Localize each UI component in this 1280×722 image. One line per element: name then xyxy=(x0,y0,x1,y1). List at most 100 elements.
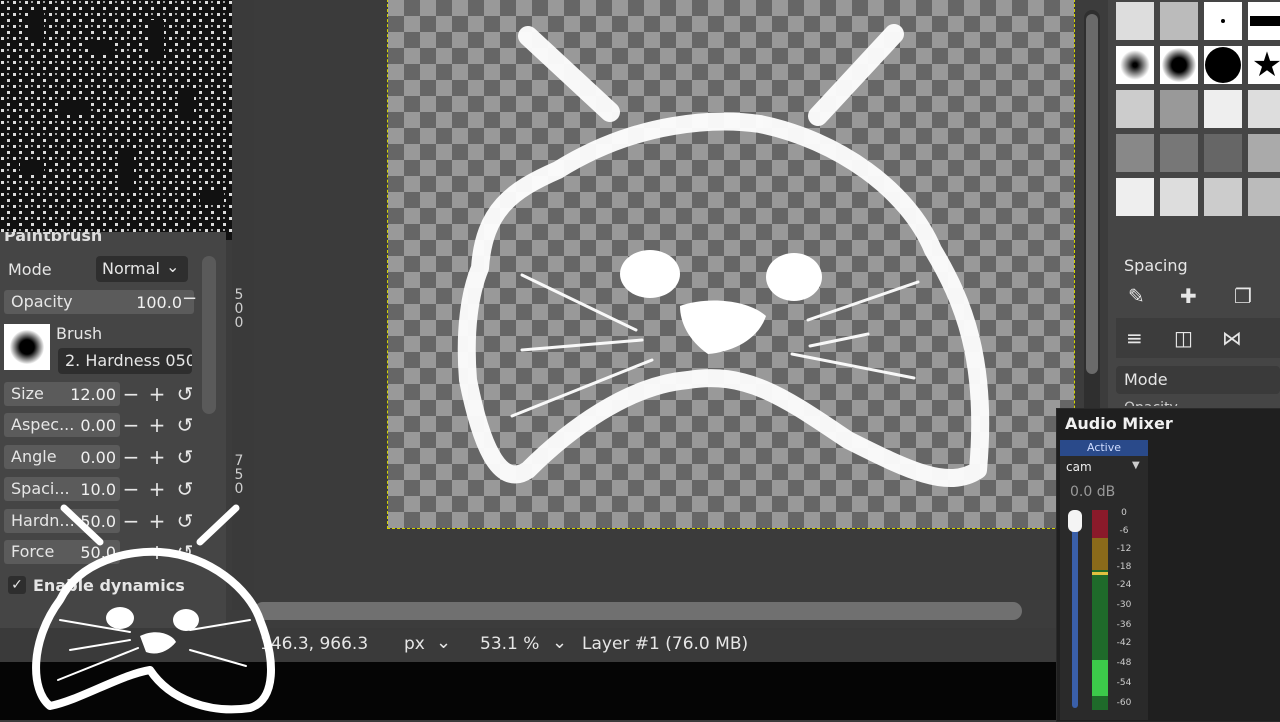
opacity-value: 100.0 xyxy=(136,293,182,312)
layer-mode-dropdown[interactable]: Mode xyxy=(1116,366,1280,394)
meter-scale-label: -6 xyxy=(1119,526,1129,536)
brush-name-field[interactable]: 2. Hardness 050 xyxy=(58,348,192,374)
chevron-down-icon: ⌄ xyxy=(552,632,568,653)
brush-thumbnail[interactable] xyxy=(1204,90,1242,128)
mode-label: Mode xyxy=(8,260,52,279)
meter-scale-label: -36 xyxy=(1116,620,1132,630)
webcam-overlay xyxy=(32,504,275,714)
brush-thumbnail[interactable] xyxy=(1116,90,1154,128)
layers-tab-icon[interactable]: ≡ xyxy=(1126,326,1143,350)
spacing-slider[interactable]: Spaci... 10.0 xyxy=(4,477,120,501)
unit-dropdown[interactable]: px ⌄ xyxy=(396,630,466,658)
duplicate-brush-icon[interactable]: ❐ xyxy=(1234,284,1252,308)
brush-thumbnail[interactable] xyxy=(1160,46,1198,84)
decrease-aspect-button[interactable]: − xyxy=(120,414,142,436)
image-canvas[interactable] xyxy=(387,0,1075,529)
new-brush-icon[interactable]: ✚ xyxy=(1180,284,1197,308)
opacity-label: Opacity xyxy=(11,292,73,311)
layer-opacity-label: Opacity xyxy=(1124,398,1178,406)
brush-preview[interactable] xyxy=(4,324,50,370)
brush-thumbnail[interactable] xyxy=(1160,90,1198,128)
paths-tab-icon[interactable]: ⋈ xyxy=(1222,326,1242,350)
increase-aspect-button[interactable]: + xyxy=(146,414,168,436)
canvas-vertical-scroll-thumb[interactable] xyxy=(1086,14,1098,374)
decrease-angle-button[interactable]: − xyxy=(120,446,142,468)
meter-scale-label: -30 xyxy=(1116,600,1132,610)
brush-thumbnail[interactable] xyxy=(1116,46,1154,84)
layer-info: Layer #1 (76.0 MB) xyxy=(582,634,749,654)
level-fill xyxy=(1092,660,1108,696)
increase-spacing-button[interactable]: + xyxy=(146,478,168,500)
ruler-mark: 5 xyxy=(234,287,244,303)
angle-slider[interactable]: Angle 0.00 xyxy=(4,445,120,469)
brush-thumbnail[interactable] xyxy=(1248,134,1280,172)
brush-name: 2. Hardness 050 xyxy=(65,351,192,370)
brush-thumbnail[interactable] xyxy=(1204,46,1242,84)
brush-thumbnail[interactable] xyxy=(1116,134,1154,172)
volume-fader-handle[interactable] xyxy=(1068,510,1082,532)
brush-thumbnail[interactable] xyxy=(1160,178,1198,216)
mode-dropdown[interactable]: Normal ⌄ xyxy=(96,256,188,282)
meter-scale-label: 0 xyxy=(1121,508,1127,518)
ruler-mark: 0 xyxy=(234,315,244,331)
pattern-preview xyxy=(0,0,240,240)
aspect-value: 0.00 xyxy=(80,416,116,435)
cat-drawing xyxy=(457,24,990,487)
ruler-mark: 7 xyxy=(234,453,244,469)
meter-scale-label: -12 xyxy=(1116,544,1132,554)
brushes-grid: ★ xyxy=(1116,2,1280,216)
tool-options-scrollbar[interactable] xyxy=(202,256,216,414)
channels-tab-icon[interactable]: ◫ xyxy=(1174,326,1193,350)
zoom-value: 53.1 % xyxy=(480,634,540,654)
brush-thumbnail[interactable] xyxy=(1160,2,1198,40)
edit-brush-icon[interactable]: ✎ xyxy=(1128,284,1145,308)
source-selector[interactable]: cam ▼ xyxy=(1064,458,1146,478)
ruler-mark: 5 xyxy=(234,467,244,483)
brush-thumbnail[interactable] xyxy=(1160,134,1198,172)
brush-thumbnail[interactable] xyxy=(1204,134,1242,172)
tool-title: Paintbrush xyxy=(4,232,103,245)
source-name: cam xyxy=(1066,460,1092,474)
ruler-mark: 0 xyxy=(234,301,244,317)
canvas-horizontal-scrollbar[interactable] xyxy=(254,602,1022,620)
star-brush-icon[interactable]: ★ xyxy=(1248,46,1280,84)
increase-angle-button[interactable]: + xyxy=(146,446,168,468)
brush-thumbnail[interactable] xyxy=(1248,178,1280,216)
increase-size-button[interactable]: + xyxy=(146,383,168,405)
peak-indicator xyxy=(1092,572,1108,575)
size-label: Size xyxy=(11,384,44,403)
reset-spacing-icon[interactable]: ↺ xyxy=(174,478,196,500)
meter-scale-label: -60 xyxy=(1116,698,1132,708)
brush-thumbnail[interactable] xyxy=(1116,178,1154,216)
volume-level: 0.0 dB xyxy=(1070,484,1116,500)
volume-fader-track[interactable] xyxy=(1072,512,1078,708)
minus-icon[interactable]: − xyxy=(182,288,197,309)
decrease-size-button[interactable]: − xyxy=(120,383,142,405)
brush-dot-icon xyxy=(10,330,44,364)
angle-label: Angle xyxy=(11,447,57,466)
chevron-down-icon: ⌄ xyxy=(166,257,180,276)
size-slider[interactable]: Size 12.00 xyxy=(4,382,120,406)
brush-thumbnail[interactable] xyxy=(1116,2,1154,40)
decrease-spacing-button[interactable]: − xyxy=(120,478,142,500)
meter-scale-label: -24 xyxy=(1116,580,1132,590)
brush-thumbnail[interactable] xyxy=(1204,2,1242,40)
meter-scale-label: -54 xyxy=(1116,678,1132,688)
unit-value: px xyxy=(404,634,425,654)
reset-angle-icon[interactable]: ↺ xyxy=(174,446,196,468)
active-badge: Active xyxy=(1060,440,1148,456)
mode-value: Normal xyxy=(102,259,160,278)
brush-thumbnail[interactable] xyxy=(1248,2,1280,40)
ruler-mark: 0 xyxy=(234,481,244,497)
brush-label: Brush xyxy=(56,324,103,343)
brush-thumbnail[interactable] xyxy=(1248,90,1280,128)
aspect-slider[interactable]: Aspec... 0.00 xyxy=(4,413,120,437)
zoom-dropdown[interactable]: 53.1 % ⌄ xyxy=(474,630,580,658)
reset-size-icon[interactable]: ↺ xyxy=(174,383,196,405)
reset-aspect-icon[interactable]: ↺ xyxy=(174,414,196,436)
opacity-slider[interactable]: Opacity 100.0 − xyxy=(4,288,197,314)
brush-thumbnail[interactable] xyxy=(1204,178,1242,216)
layer-mode-label: Mode xyxy=(1124,370,1168,389)
meter-scale-label: -18 xyxy=(1116,562,1132,572)
audio-mixer-title: Audio Mixer xyxy=(1065,414,1173,433)
